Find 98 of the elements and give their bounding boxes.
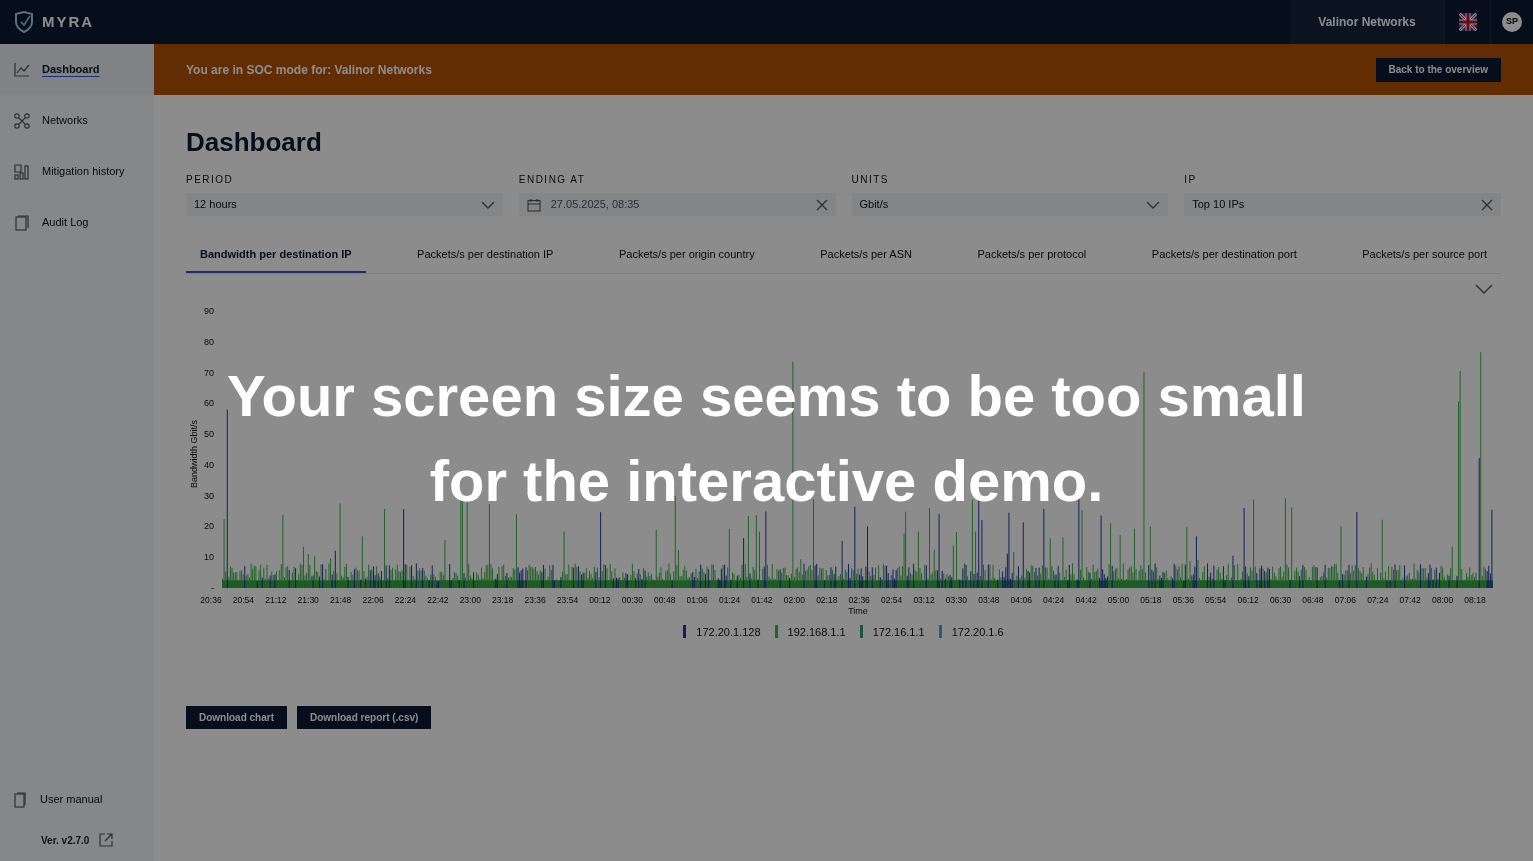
axis-tick-label: 02:18 bbox=[816, 594, 838, 605]
axis-tick-label: 23:36 bbox=[524, 594, 546, 605]
close-icon[interactable] bbox=[1481, 198, 1493, 211]
axis-tick-label: 08:18 bbox=[1464, 594, 1486, 605]
chevron-down-icon[interactable] bbox=[1475, 283, 1493, 294]
axis-tick-label: 21:48 bbox=[330, 594, 352, 605]
axis-tick-label: 03:48 bbox=[978, 594, 1000, 605]
axis-tick-label: 90 bbox=[204, 305, 214, 316]
axis-tick-label: - bbox=[211, 582, 214, 593]
shield-logo-icon bbox=[14, 11, 34, 33]
legend-label[interactable]: 172.16.1.1 bbox=[872, 623, 925, 640]
axis-tick-label: 05:18 bbox=[1140, 594, 1162, 605]
field-label: PERIOD bbox=[186, 173, 234, 187]
sidebar-item[interactable]: User manual bbox=[0, 774, 154, 825]
axis-tick-label: 20:54 bbox=[232, 594, 255, 605]
axis-tick-label: 02:54 bbox=[880, 594, 903, 605]
axis-tick-label: 22:06 bbox=[362, 594, 384, 605]
organization-name[interactable]: Valinor Networks bbox=[1290, 0, 1444, 44]
axis-tick-label: 04:06 bbox=[1010, 594, 1032, 605]
dropdown[interactable]: Gbit/s bbox=[851, 193, 1169, 216]
tab[interactable]: Packets/s per origin country bbox=[604, 244, 769, 273]
tab[interactable]: Packets/s per protocol bbox=[963, 244, 1101, 273]
axis-title: Time bbox=[848, 605, 868, 616]
axis-tick-label: 02:00 bbox=[783, 594, 806, 605]
sidebar-item[interactable]: Dashboard bbox=[0, 44, 154, 95]
axis-tick-label: 10 bbox=[204, 551, 214, 562]
download-button[interactable]: Download chart bbox=[186, 706, 287, 729]
external-link-icon[interactable] bbox=[99, 833, 114, 847]
axis-tick-label: 00:48 bbox=[654, 594, 676, 605]
legend-label[interactable]: 192.168.1.1 bbox=[787, 623, 846, 640]
back-button[interactable]: Back to the overview bbox=[1375, 57, 1501, 82]
axis-tick-label: 30 bbox=[204, 490, 214, 501]
page-title: Dashboard bbox=[186, 126, 323, 158]
axis-tick-label: 03:30 bbox=[945, 594, 968, 605]
uk-flag-icon[interactable] bbox=[1458, 13, 1477, 31]
document-icon bbox=[14, 214, 30, 231]
date-field[interactable]: 27.05.2025, 08:35 bbox=[518, 193, 836, 216]
axis-tick-label: 40 bbox=[204, 459, 214, 470]
field-label: IP bbox=[1184, 173, 1197, 187]
axis-title: Bandwidth Gbit/s bbox=[189, 419, 199, 488]
sidebar-item[interactable]: Mitigation history bbox=[0, 146, 154, 197]
dropdown[interactable]: 12 hours bbox=[186, 193, 503, 216]
axis-tick-label: 06:12 bbox=[1237, 594, 1259, 605]
axis-tick-label: 21:30 bbox=[297, 594, 319, 605]
input-field[interactable]: Top 10 IPs bbox=[1184, 193, 1501, 216]
axis-tick-label: 02:36 bbox=[848, 594, 870, 605]
logo-text: MYRA bbox=[42, 11, 95, 32]
field-label: ENDING AT bbox=[518, 173, 586, 187]
axis-tick-label: 06:48 bbox=[1302, 594, 1324, 605]
tab[interactable]: Packets/s per destination IP bbox=[403, 244, 568, 273]
chevron-down-icon[interactable] bbox=[480, 200, 495, 209]
close-icon[interactable] bbox=[815, 198, 828, 211]
axis-tick-label: 03:12 bbox=[913, 594, 935, 605]
axis-tick-label: 05:36 bbox=[1172, 594, 1194, 605]
calendar-icon bbox=[526, 197, 541, 212]
network-nodes-icon bbox=[14, 112, 30, 129]
axis-tick-label: 00:30 bbox=[621, 594, 643, 605]
axis-tick-label: 07:24 bbox=[1367, 594, 1389, 605]
book-icon bbox=[14, 791, 26, 808]
axis-tick-label: 22:42 bbox=[427, 594, 449, 605]
tab[interactable]: Packets/s per source port bbox=[1348, 244, 1501, 273]
axis-tick-label: 05:54 bbox=[1205, 594, 1227, 605]
axis-tick-label: 60 bbox=[204, 397, 214, 408]
axis-tick-label: 06:30 bbox=[1269, 594, 1292, 605]
field-label: UNITS bbox=[851, 173, 889, 187]
axis-tick-label: 01:42 bbox=[751, 594, 773, 605]
axis-tick-label: 07:06 bbox=[1334, 594, 1356, 605]
axis-tick-label: 22:24 bbox=[394, 594, 417, 605]
sidebar-item[interactable]: Audit Log bbox=[0, 197, 154, 248]
chart-line-icon bbox=[14, 61, 30, 78]
axis-tick-label: 07:42 bbox=[1399, 594, 1421, 605]
axis-tick-label: 20 bbox=[204, 520, 214, 531]
axis-tick-label: 23:18 bbox=[492, 594, 514, 605]
banner-message: You are in SOC mode for: Valinor Networks bbox=[186, 61, 432, 79]
legend-label[interactable]: 172.20.1.6 bbox=[951, 623, 1004, 640]
axis-tick-label: 80 bbox=[204, 336, 214, 347]
tab[interactable]: Packets/s per ASN bbox=[806, 244, 926, 273]
axis-tick-label: 50 bbox=[204, 428, 214, 439]
axis-tick-label: 05:00 bbox=[1107, 594, 1130, 605]
axis-tick-label: 08:00 bbox=[1431, 594, 1454, 605]
axis-tick-label: 04:24 bbox=[1043, 594, 1065, 605]
axis-tick-label: 23:00 bbox=[459, 594, 481, 605]
axis-tick-label: 00:12 bbox=[589, 594, 611, 605]
download-button[interactable]: Download report (.csv) bbox=[297, 706, 432, 729]
axis-tick-label: 23:54 bbox=[556, 594, 579, 605]
chevron-down-icon[interactable] bbox=[1146, 200, 1161, 209]
axis-tick-label: 21:12 bbox=[265, 594, 287, 605]
user-avatar[interactable]: SP bbox=[1502, 12, 1522, 32]
legend-label[interactable]: 172.20.1.128 bbox=[696, 623, 761, 640]
axis-tick-label: 04:42 bbox=[1075, 594, 1097, 605]
version-label: Ver. v2.7.0 bbox=[41, 833, 90, 848]
axis-tick-label: 70 bbox=[204, 367, 214, 378]
axis-tick-label: 01:24 bbox=[718, 594, 741, 605]
sidebar-item[interactable]: Networks bbox=[0, 95, 154, 146]
axis-tick-label: 20:36 bbox=[200, 594, 222, 605]
axis-tick-label: 01:06 bbox=[686, 594, 708, 605]
tab[interactable]: Bandwidth per destination IP bbox=[186, 244, 366, 273]
tab[interactable]: Packets/s per destination port bbox=[1137, 244, 1311, 273]
